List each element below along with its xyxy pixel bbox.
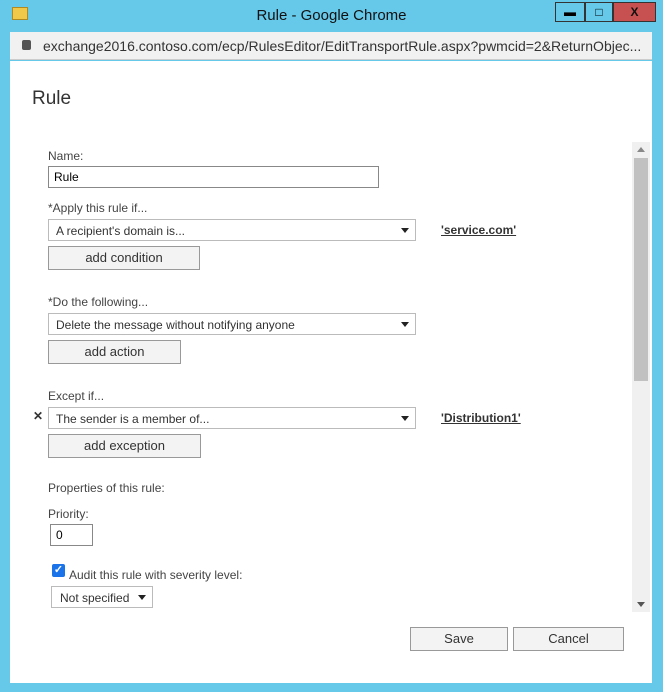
save-button[interactable]: Save (410, 627, 508, 651)
priority-input[interactable]: 0 (50, 524, 93, 546)
audit-label: Audit this rule with severity level: (69, 568, 243, 582)
minimize-button[interactable]: ▬ (555, 2, 585, 22)
lock-icon (22, 40, 31, 50)
priority-label: Priority: (48, 507, 89, 521)
close-button[interactable]: X (613, 2, 656, 22)
action-value: Delete the message without notifying any… (56, 318, 295, 332)
add-exception-button[interactable]: add exception (48, 434, 201, 458)
dropdown-arrow-icon (401, 416, 409, 421)
properties-label: Properties of this rule: (48, 481, 165, 495)
audit-checkbox[interactable]: ✓ (52, 564, 65, 577)
exception-select[interactable]: The sender is a member of... (48, 407, 416, 429)
dropdown-arrow-icon (401, 322, 409, 327)
apply-label: *Apply this rule if... (48, 201, 148, 215)
rule-dialog: Rule Name: Rule *Apply this rule if... A… (10, 61, 652, 683)
severity-select[interactable]: Not specified (51, 586, 153, 608)
add-action-button[interactable]: add action (48, 340, 181, 364)
severity-value: Not specified (60, 591, 130, 605)
maximize-button[interactable]: □ (585, 2, 613, 22)
scroll-up-arrow-icon[interactable] (637, 147, 645, 152)
exception-value: The sender is a member of... (56, 412, 210, 426)
exception-value-link[interactable]: 'Distribution1' (441, 411, 521, 425)
dropdown-arrow-icon (138, 595, 146, 600)
name-input[interactable]: Rule (48, 166, 379, 188)
scrollbar-thumb[interactable] (634, 158, 648, 381)
remove-exception-icon[interactable]: ✕ (33, 409, 43, 423)
except-label: Except if... (48, 389, 105, 403)
condition-value-link[interactable]: 'service.com' (441, 223, 516, 237)
scrollbar[interactable] (632, 142, 650, 612)
cancel-button[interactable]: Cancel (513, 627, 624, 651)
url-text: exchange2016.contoso.com/ecp/RulesEditor… (43, 38, 642, 54)
address-bar[interactable]: exchange2016.contoso.com/ecp/RulesEditor… (10, 32, 652, 60)
apply-condition-value: A recipient's domain is... (56, 224, 186, 238)
dropdown-arrow-icon (401, 228, 409, 233)
action-select[interactable]: Delete the message without notifying any… (48, 313, 416, 335)
scroll-down-arrow-icon[interactable] (637, 602, 645, 607)
apply-condition-select[interactable]: A recipient's domain is... (48, 219, 416, 241)
name-label: Name: (48, 149, 84, 163)
add-condition-button[interactable]: add condition (48, 246, 200, 270)
title-bar: Rule - Google Chrome ▬ □ X (0, 0, 663, 32)
do-label: *Do the following... (48, 295, 149, 309)
page-title: Rule (32, 88, 72, 109)
